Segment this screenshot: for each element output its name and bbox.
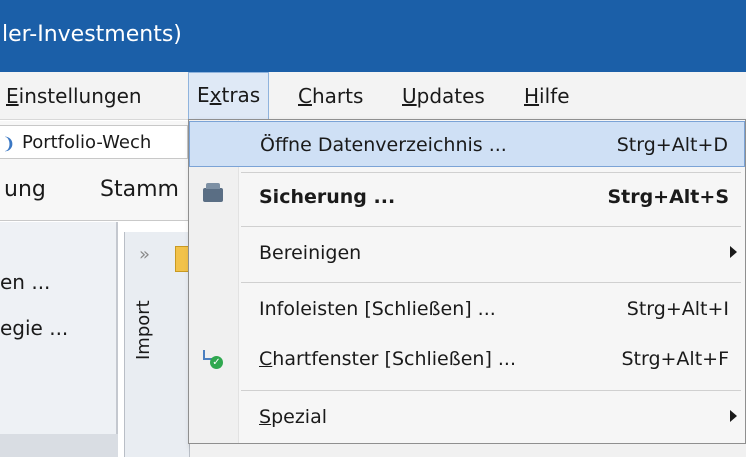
menu-item-label: Öffne Datenverzeichnis ...	[260, 134, 507, 156]
menu-open-data-directory[interactable]: Öffne Datenverzeichnis ... Strg+Alt+D	[189, 121, 745, 167]
menu-charts[interactable]: Charts	[298, 72, 363, 120]
menu-item-label: Spezial	[259, 406, 327, 428]
save-icon	[203, 183, 223, 202]
menu-item-label: Infoleisten [Schließen] ...	[259, 298, 496, 320]
ribbon-tab-ung[interactable]: ung	[4, 177, 46, 202]
import-label: Import	[133, 300, 154, 360]
window-title: ler-Investments)	[2, 22, 182, 47]
menu-separator	[241, 226, 741, 227]
menu-chart-window[interactable]: ✓ Chartfenster [Schließen] ... Strg+Alt+…	[189, 336, 745, 382]
menu-item-label: Bereinigen	[259, 242, 362, 264]
menu-infobars[interactable]: Infoleisten [Schließen] ... Strg+Alt+I	[189, 286, 745, 332]
menu-separator	[241, 390, 741, 391]
menu-item-shortcut: Strg+Alt+I	[626, 298, 729, 320]
background-strip	[190, 444, 746, 457]
menu-cleanup[interactable]: Bereinigen	[189, 230, 745, 276]
menu-einstellungen[interactable]: Einstellungen	[6, 72, 142, 120]
left-panel-footer	[0, 434, 118, 457]
submenu-arrow-icon	[730, 246, 737, 258]
submenu-arrow-icon	[730, 410, 737, 422]
tab-arrow-icon: ❩	[2, 134, 16, 153]
menu-separator	[241, 282, 741, 283]
menu-item-label: Chartfenster [Schließen] ...	[259, 348, 517, 370]
menu-extras[interactable]: Extras	[188, 72, 270, 119]
ribbon-tab-stamm[interactable]: Stamm	[100, 177, 179, 202]
left-panel-item-1[interactable]: en ...	[0, 270, 50, 294]
menu-special[interactable]: Spezial	[189, 394, 745, 440]
menu-item-label: Sicherung ...	[259, 186, 396, 208]
menu-backup[interactable]: Sicherung ... Strg+Alt+S	[189, 174, 745, 220]
chart-check-icon: ✓	[203, 350, 223, 369]
menu-hilfe[interactable]: Hilfe	[524, 72, 570, 120]
left-panel-item-2[interactable]: egie ...	[0, 316, 68, 340]
menu-item-shortcut: Strg+Alt+F	[621, 348, 729, 370]
menu-bar: Einstellungen Extras Charts Updates Hilf…	[0, 72, 746, 120]
extras-dropdown: Öffne Datenverzeichnis ... Strg+Alt+D Si…	[188, 119, 746, 444]
import-panel[interactable]: » Import	[124, 232, 190, 457]
menu-item-shortcut: Strg+Alt+S	[607, 186, 729, 208]
portfolio-tab-label: Portfolio-Wech	[22, 132, 152, 153]
menu-updates[interactable]: Updates	[402, 72, 485, 120]
left-panel: en ... egie ...	[0, 222, 118, 457]
folder-icon	[175, 246, 189, 272]
expand-chevron-icon[interactable]: »	[139, 244, 150, 265]
menu-separator	[241, 172, 741, 173]
menu-item-shortcut: Strg+Alt+D	[616, 134, 728, 156]
title-bar: ler-Investments)	[0, 0, 746, 72]
portfolio-tab[interactable]: ❩ Portfolio-Wech	[0, 125, 188, 159]
